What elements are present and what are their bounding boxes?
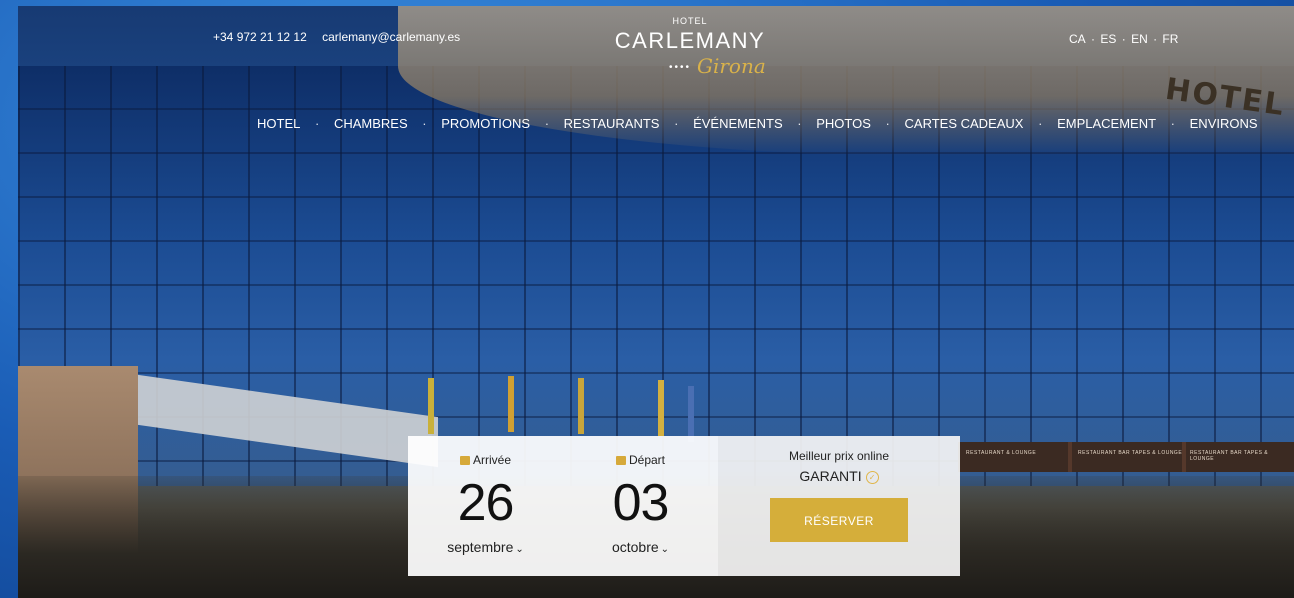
logo-script: Girona bbox=[697, 54, 766, 78]
date-selector: Arrivée 26 septembre ⌄ Départ 03 octobre ⌄ bbox=[408, 436, 718, 576]
best-price-text: Meilleur prix online bbox=[788, 449, 890, 463]
calendar-icon bbox=[459, 456, 470, 465]
nav-separator: · bbox=[422, 116, 427, 131]
lang-ca[interactable]: CA bbox=[1069, 32, 1086, 46]
nav-separator: · bbox=[797, 116, 802, 131]
flag bbox=[428, 378, 434, 434]
main-nav: HOTEL · CHAMBRES · PROMOTIONS · RESTAURA… bbox=[257, 116, 1258, 131]
awning-label: RESTAURANT & LOUNGE bbox=[966, 450, 1037, 456]
logo-dots: •••• bbox=[669, 62, 692, 73]
nav-item-photos[interactable]: PHOTOS bbox=[816, 116, 871, 131]
flag bbox=[688, 386, 694, 442]
lang-separator: · bbox=[1091, 32, 1096, 46]
nav-item-chambres[interactable]: CHAMBRES bbox=[334, 116, 408, 131]
nav-separator: · bbox=[885, 116, 890, 131]
arrival-month-select[interactable]: septembre ⌄ bbox=[408, 539, 563, 555]
arrival-month: septembre bbox=[447, 539, 514, 555]
lang-separator: · bbox=[1121, 32, 1126, 46]
lang-es[interactable]: ES bbox=[1100, 32, 1116, 46]
arrival-date-picker[interactable]: Arrivée 26 septembre ⌄ bbox=[408, 436, 563, 576]
language-switcher: CA · ES · EN · FR bbox=[1068, 32, 1179, 46]
arrival-day[interactable]: 26 bbox=[408, 473, 563, 533]
awning-label: RESTAURANT BAR TAPES & LOUNGE bbox=[1078, 450, 1183, 456]
logo-name: CARLEMANY bbox=[614, 28, 766, 53]
nav-item-emplacement[interactable]: EMPLACEMENT bbox=[1057, 116, 1156, 131]
nav-separator: · bbox=[544, 116, 550, 131]
nav-separator: · bbox=[1038, 116, 1043, 131]
departure-month: octobre bbox=[611, 539, 659, 555]
guarantee-row: GARANTI ✓ bbox=[718, 468, 960, 484]
guarantee-text: GARANTI bbox=[799, 468, 862, 484]
nav-separator: · bbox=[1170, 116, 1176, 131]
lang-fr[interactable]: FR bbox=[1162, 32, 1178, 46]
reserve-panel: Meilleur prix online GARANTI ✓ RÉSERVER bbox=[718, 436, 960, 576]
phone-link[interactable]: +34 972 21 12 12 bbox=[213, 30, 307, 44]
booking-widget: Arrivée 26 septembre ⌄ Départ 03 octobre ⌄… bbox=[408, 436, 960, 576]
nav-separator: · bbox=[314, 116, 320, 131]
nav-item-promotions[interactable]: PROMOTIONS bbox=[441, 116, 530, 131]
flag bbox=[658, 380, 664, 436]
lang-separator: · bbox=[1153, 32, 1158, 46]
nav-item-evenements[interactable]: ÉVÉNEMENTS bbox=[693, 116, 783, 131]
nav-item-environs[interactable]: ENVIRONS bbox=[1190, 116, 1258, 131]
departure-day[interactable]: 03 bbox=[563, 473, 718, 533]
chevron-down-icon: ⌄ bbox=[660, 544, 670, 555]
arrival-label-row: Arrivée bbox=[408, 453, 563, 467]
departure-label-row: Départ bbox=[563, 453, 718, 467]
nav-item-restaurants[interactable]: RESTAURANTS bbox=[564, 116, 660, 131]
check-circle-icon: ✓ bbox=[865, 471, 879, 484]
contact-info: +34 972 21 12 12 carlemany@carlemany.es bbox=[213, 30, 472, 44]
departure-month-select[interactable]: octobre ⌄ bbox=[563, 539, 718, 555]
departure-date-picker[interactable]: Départ 03 octobre ⌄ bbox=[563, 436, 718, 576]
nav-item-hotel[interactable]: HOTEL bbox=[257, 116, 300, 131]
flag bbox=[578, 378, 584, 434]
awning-label: RESTAURANT BAR TAPES & LOUNGE bbox=[1190, 450, 1269, 462]
flag bbox=[508, 376, 514, 432]
awning-right: RESTAURANT & LOUNGE RESTAURANT BAR TAPES… bbox=[958, 442, 1294, 472]
arrival-label: Arrivée bbox=[472, 453, 511, 467]
calendar-icon bbox=[615, 456, 626, 465]
nav-separator: · bbox=[674, 116, 679, 131]
hotel-logo[interactable]: HOTEL CARLEMANY •••• Girona bbox=[605, 16, 775, 78]
nav-item-cartes-cadeaux[interactable]: CARTES CADEAUX bbox=[905, 116, 1024, 131]
chevron-down-icon: ⌄ bbox=[515, 544, 524, 555]
logo-hotel-label: HOTEL bbox=[672, 16, 708, 26]
departure-label: Départ bbox=[628, 453, 666, 467]
lang-en[interactable]: EN bbox=[1131, 32, 1148, 46]
reserve-button[interactable]: RÉSERVER bbox=[770, 498, 908, 542]
email-link[interactable]: carlemany@carlemany.es bbox=[322, 30, 460, 44]
